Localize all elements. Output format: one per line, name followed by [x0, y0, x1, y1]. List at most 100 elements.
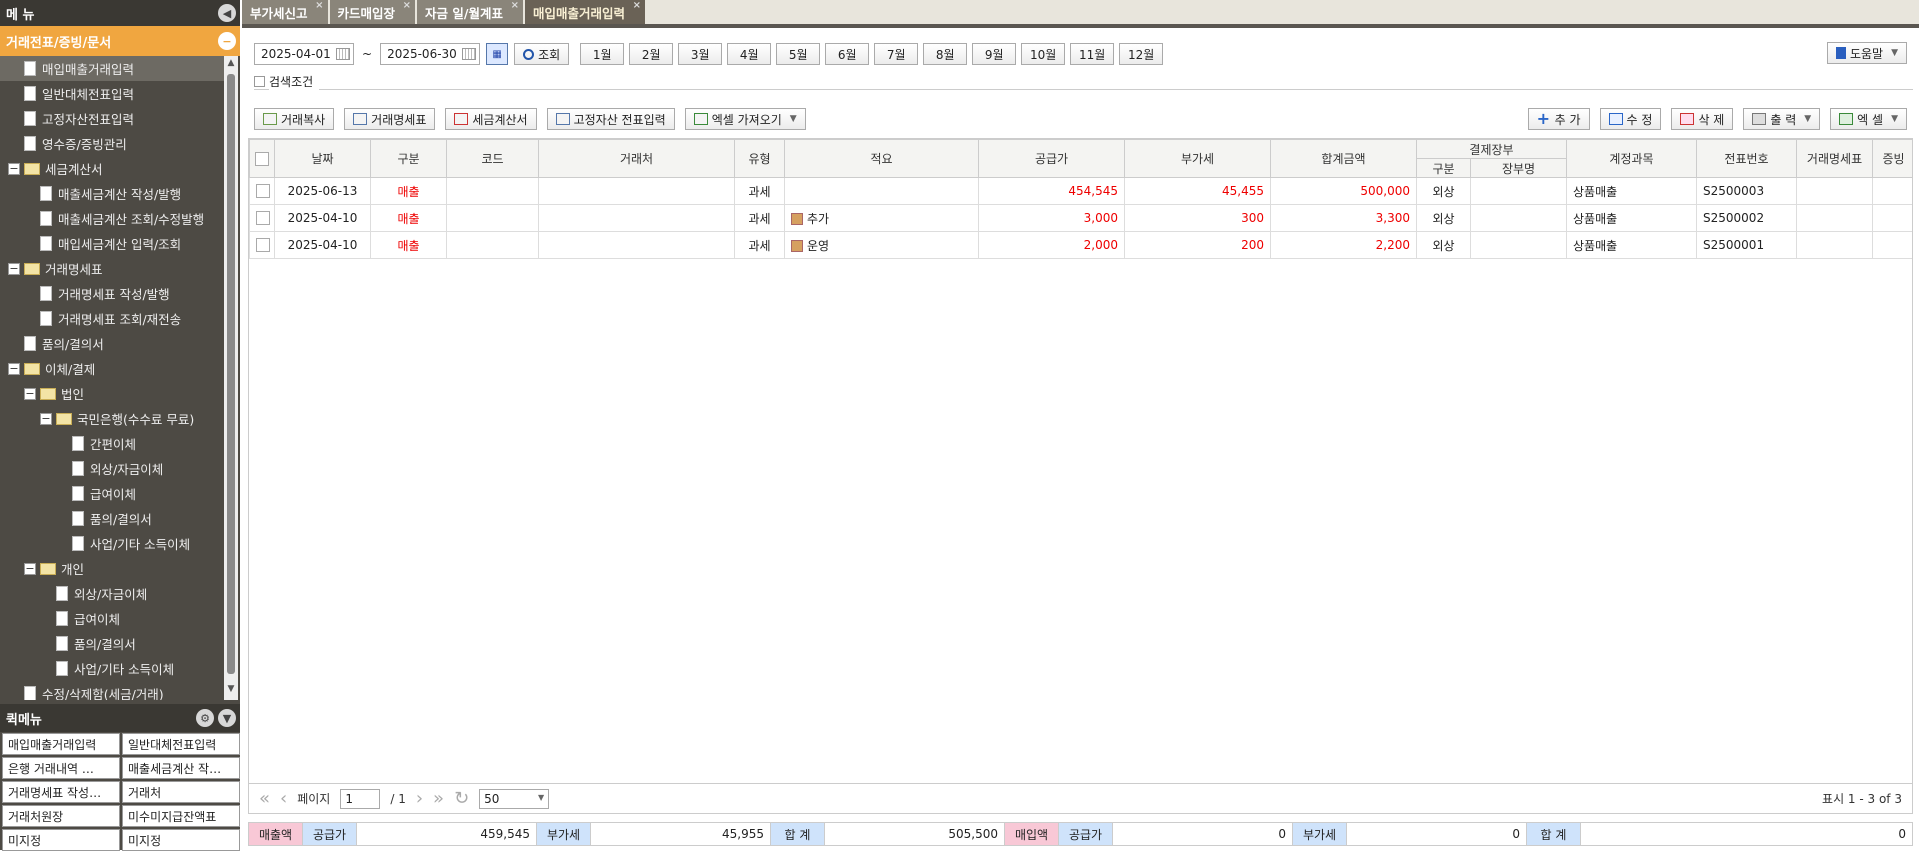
chevron-down-icon[interactable]: ▼	[1804, 114, 1811, 124]
table-cell-total[interactable]: 500,000	[1270, 177, 1417, 205]
toolbar-button[interactable]: 고정자산 전표입력	[546, 108, 675, 130]
month-button[interactable]: 8월	[923, 43, 968, 65]
sidebar-tree-item[interactable]: 급여이체	[0, 606, 224, 631]
sidebar-tree-item[interactable]: 고정자산전표입력	[0, 106, 224, 131]
sidebar-tree-item[interactable]: 수정/삭제함(세금/거래)	[0, 681, 224, 700]
sidebar-tree-item[interactable]: 품의/결의서	[0, 506, 224, 531]
sidebar-tree-item[interactable]: 외상/자금이체	[0, 581, 224, 606]
sidebar-tree-item[interactable]: 영수증/증빙관리	[0, 131, 224, 156]
table-cell-account[interactable]: 상품매출	[1566, 231, 1698, 259]
close-icon[interactable]: ×	[403, 0, 411, 11]
sidebar-scrollbar[interactable]: ▲ ▼	[224, 56, 238, 700]
quick-menu-button[interactable]: 거래처원장	[2, 805, 120, 827]
quick-menu-button[interactable]: 미수미지급잔액표	[122, 805, 240, 827]
table-cell[interactable]	[1796, 231, 1874, 259]
col-voucher[interactable]: 전표번호	[1696, 139, 1798, 178]
table-row[interactable]: 2025-04-10 매출 과세 운영 2,000 200 2,200 외상 상품매출 S2500…	[249, 231, 1912, 259]
col-account[interactable]: 계정과목	[1566, 139, 1698, 178]
table-cell-voucher[interactable]: S2500001	[1696, 231, 1798, 259]
col-total[interactable]: 합계금액	[1270, 139, 1417, 178]
row-select-cell[interactable]	[249, 204, 275, 232]
page-size-select[interactable]: 50	[479, 788, 550, 809]
table-cell-type[interactable]: 매출	[370, 204, 447, 232]
col-vat[interactable]: 부가세	[1124, 139, 1271, 178]
col-date[interactable]: 날짜	[274, 139, 371, 178]
quick-menu-button[interactable]: 일반대체전표입력	[122, 733, 240, 755]
table-cell-code[interactable]	[446, 204, 539, 232]
table-cell-supply[interactable]: 3,000	[978, 204, 1125, 232]
date-from-input[interactable]: 2025-04-01	[254, 43, 354, 65]
table-cell-type[interactable]: 매출	[370, 177, 447, 205]
table-cell[interactable]	[1796, 204, 1874, 232]
sidebar-tree-item[interactable]: 매입세금계산 입력/조회	[0, 231, 224, 256]
collapse-toggle-icon[interactable]: −	[24, 387, 36, 400]
close-icon[interactable]: ×	[633, 0, 641, 11]
collapse-toggle-icon[interactable]: −	[24, 562, 36, 575]
table-cell-voucher[interactable]: S2500003	[1696, 177, 1798, 205]
table-cell[interactable]	[1872, 231, 1912, 259]
table-cell-vat[interactable]: 300	[1124, 204, 1271, 232]
select-all-header[interactable]	[249, 139, 275, 178]
col-pay-type[interactable]: 구분	[1416, 158, 1471, 178]
month-button[interactable]: 6월	[825, 43, 870, 65]
collapse-toggle-icon[interactable]: −	[8, 362, 20, 375]
col-code[interactable]: 코드	[446, 139, 539, 178]
row-checkbox[interactable]	[256, 238, 270, 253]
calendar-icon[interactable]	[336, 48, 350, 60]
search-conditions-checkbox[interactable]	[254, 76, 265, 87]
toolbar-button[interactable]: 엑셀 가져오기 ▼	[684, 108, 806, 130]
table-cell-pay-type[interactable]: 외상	[1416, 204, 1471, 232]
row-checkbox[interactable]	[256, 184, 270, 199]
sidebar-tree-item[interactable]: 거래명세표 조회/재전송	[0, 306, 224, 331]
sidebar-tree-item[interactable]: 매출세금계산 조회/수정발행	[0, 206, 224, 231]
sidebar-tree-item[interactable]: 매출세금계산 작성/발행	[0, 181, 224, 206]
col-type[interactable]: 구분	[370, 139, 447, 178]
table-cell-code[interactable]	[446, 177, 539, 205]
table-cell-total[interactable]: 3,300	[1270, 204, 1417, 232]
table-cell-date[interactable]: 2025-04-10	[274, 204, 371, 232]
table-cell-type[interactable]: 매출	[370, 231, 447, 259]
last-page-icon[interactable]: »	[433, 788, 444, 809]
sidebar-tree-item[interactable]: 품의/결의서	[0, 331, 224, 356]
sidebar-tree-item[interactable]: − 이체/결제	[0, 356, 224, 381]
month-button[interactable]: 11월	[1070, 43, 1115, 65]
col-statement[interactable]: 거래명세표	[1796, 139, 1874, 178]
row-checkbox[interactable]	[256, 211, 270, 226]
quick-menu-button[interactable]: 거래명세표 작성…	[2, 781, 120, 803]
toolbar-button[interactable]: 세금계산서	[445, 108, 537, 130]
collapse-toggle-icon[interactable]: −	[40, 412, 52, 425]
gear-icon[interactable]: ⚙	[196, 709, 214, 727]
table-cell-memo[interactable]	[784, 177, 979, 205]
sidebar-tree-item[interactable]: − 법인	[0, 381, 224, 406]
sidebar-tree-item[interactable]: − 거래명세표	[0, 256, 224, 281]
quick-menu-button[interactable]: 은행 거래내역 …	[2, 757, 120, 779]
sidebar-tree-item[interactable]: − 세금계산서	[0, 156, 224, 181]
month-button[interactable]: 3월	[678, 43, 723, 65]
close-icon[interactable]: ×	[511, 0, 519, 11]
chevron-down-icon[interactable]: ▼	[1891, 114, 1898, 124]
table-cell-vat[interactable]: 200	[1124, 231, 1271, 259]
table-cell-memo[interactable]: 운영	[784, 231, 979, 259]
tab-item[interactable]: 부가세신고 ×	[242, 0, 328, 24]
select-all-checkbox[interactable]	[255, 151, 269, 166]
row-select-cell[interactable]	[249, 231, 275, 259]
table-cell[interactable]	[1872, 177, 1912, 205]
col-ledger[interactable]: 장부명	[1469, 158, 1568, 178]
table-cell[interactable]	[1796, 177, 1874, 205]
table-cell-client[interactable]	[538, 177, 735, 205]
refresh-icon[interactable]: ↻	[454, 788, 469, 809]
prev-page-icon[interactable]: ‹	[280, 788, 287, 809]
quick-menu-button[interactable]: 거래처	[122, 781, 240, 803]
tab-item[interactable]: 카드매입장 ×	[329, 0, 416, 24]
help-button[interactable]: 도움말 ▼	[1826, 42, 1907, 64]
table-cell-supply[interactable]: 454,545	[978, 177, 1125, 205]
collapse-sidebar-icon[interactable]: ◀	[218, 4, 236, 22]
sidebar-tree-item[interactable]: − 국민은행(수수료 무료)	[0, 406, 224, 431]
sidebar-tree-item[interactable]: 거래명세표 작성/발행	[0, 281, 224, 306]
sidebar-tree-item[interactable]: 외상/자금이체	[0, 456, 224, 481]
sidebar-tree-item[interactable]: 일반대체전표입력	[0, 81, 224, 106]
quick-menu-button[interactable]: 미지정	[2, 829, 120, 851]
table-cell-voucher[interactable]: S2500002	[1696, 204, 1798, 232]
month-button[interactable]: 7월	[874, 43, 919, 65]
table-cell-pay-type[interactable]: 외상	[1416, 177, 1471, 205]
